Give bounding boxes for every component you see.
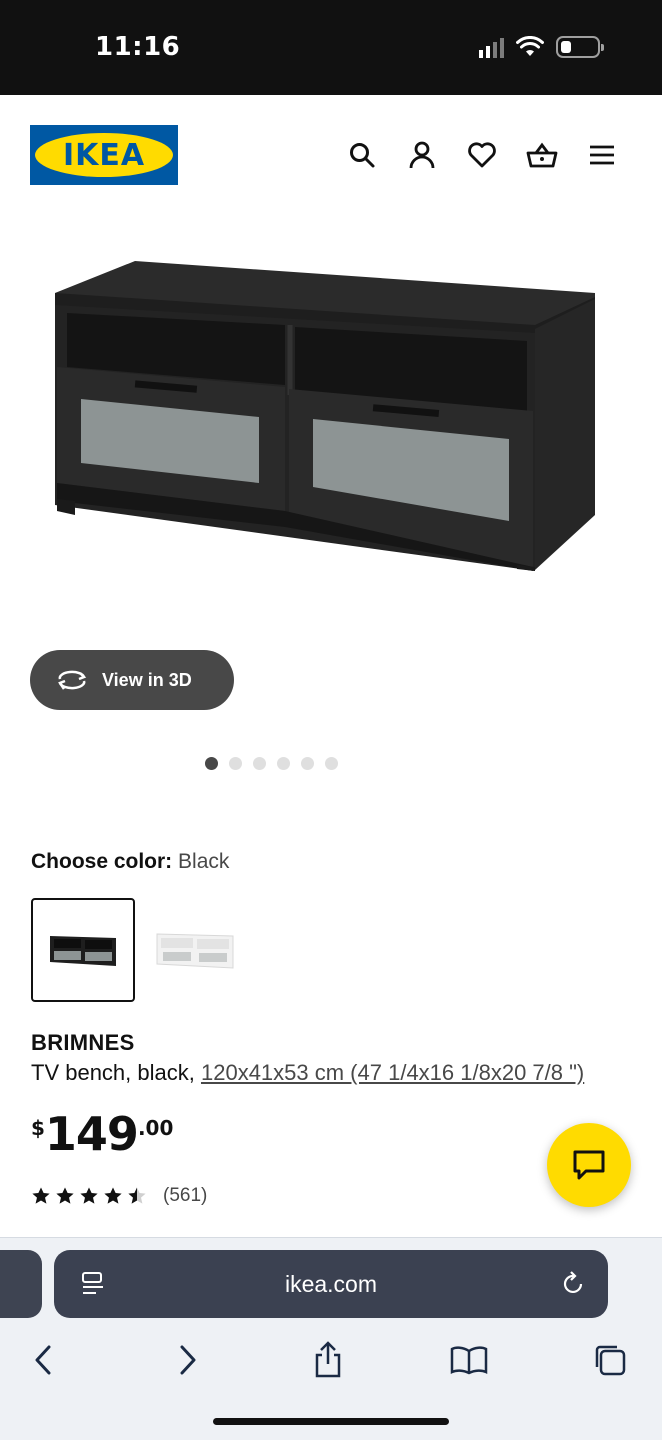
carousel-dot[interactable] xyxy=(276,757,290,770)
battery-level xyxy=(561,41,572,53)
star-full-icon xyxy=(80,1187,98,1204)
reload-icon[interactable] xyxy=(560,1270,586,1298)
choose-color-value: Black xyxy=(178,850,230,873)
star-full-icon xyxy=(104,1187,122,1204)
carousel-dot[interactable] xyxy=(324,757,338,770)
color-swatch-black[interactable] xyxy=(31,898,135,1002)
back-icon[interactable] xyxy=(15,1332,71,1388)
logo-oval: IKEA xyxy=(35,133,173,177)
choose-color-label: Choose color: xyxy=(31,850,173,873)
view-in-3d-button[interactable]: View in 3D xyxy=(30,650,234,710)
tabs-icon[interactable] xyxy=(582,1332,638,1388)
carousel-dot[interactable] xyxy=(204,757,218,770)
heart-icon[interactable] xyxy=(452,135,512,175)
battery-icon xyxy=(556,36,604,58)
wifi-icon xyxy=(516,36,544,56)
star-full-icon xyxy=(56,1187,74,1204)
previous-tab[interactable] xyxy=(0,1250,42,1318)
ikea-logo[interactable]: IKEA xyxy=(30,125,178,185)
price-decimal: .00 xyxy=(137,1116,174,1140)
browser-toolbar: ikea.com xyxy=(0,1237,662,1440)
color-swatch-white[interactable] xyxy=(143,898,247,1002)
carousel-dot[interactable] xyxy=(252,757,266,770)
chat-button[interactable] xyxy=(547,1123,631,1207)
account-icon[interactable] xyxy=(392,135,452,175)
review-count: (561) xyxy=(163,1185,208,1206)
product-type-text: TV bench, black, xyxy=(31,1060,201,1085)
site-header: IKEA xyxy=(0,95,662,215)
status-icons xyxy=(479,36,604,58)
logo-text: IKEA xyxy=(62,137,146,173)
star-full-icon xyxy=(32,1187,50,1204)
url-text: ikea.com xyxy=(284,1270,378,1297)
header-icons xyxy=(332,135,632,175)
status-bar: 11:16 xyxy=(0,0,662,95)
carousel-dot[interactable] xyxy=(300,757,314,770)
cart-icon[interactable] xyxy=(512,135,572,175)
product-description: TV bench, black, 120x41x53 cm (47 1/4x16… xyxy=(31,1060,584,1086)
forward-icon[interactable] xyxy=(160,1332,216,1388)
page-menu-icon[interactable] xyxy=(80,1271,106,1297)
cellular-signal-icon xyxy=(479,36,504,58)
star-half-icon xyxy=(128,1187,146,1204)
browser-nav xyxy=(0,1332,662,1388)
price-currency: $ xyxy=(31,1116,45,1140)
carousel-dot[interactable] xyxy=(228,757,242,770)
bookmarks-icon[interactable] xyxy=(441,1332,497,1388)
home-indicator xyxy=(213,1418,449,1425)
status-time: 11:16 xyxy=(95,32,181,62)
product-measurements-link[interactable]: 120x41x53 cm (47 1/4x16 1/8x20 7/8 ") xyxy=(201,1060,584,1085)
view-in-3d-label: View in 3D xyxy=(102,669,192,690)
rotate-3d-icon xyxy=(58,670,87,690)
product-name: BRIMNES xyxy=(31,1030,135,1055)
menu-icon[interactable] xyxy=(572,135,632,175)
share-icon[interactable] xyxy=(300,1332,356,1388)
carousel-dots xyxy=(0,757,602,770)
price-integer: 149 xyxy=(44,1107,139,1161)
address-bar[interactable]: ikea.com xyxy=(54,1250,608,1318)
chat-icon xyxy=(573,1150,605,1180)
product-rating[interactable]: (561) xyxy=(31,1185,207,1207)
product-price: $ 149 .00 xyxy=(31,1108,173,1160)
search-icon[interactable] xyxy=(332,135,392,175)
rating-stars xyxy=(31,1186,147,1206)
choose-color: Choose color: Black xyxy=(31,850,229,874)
